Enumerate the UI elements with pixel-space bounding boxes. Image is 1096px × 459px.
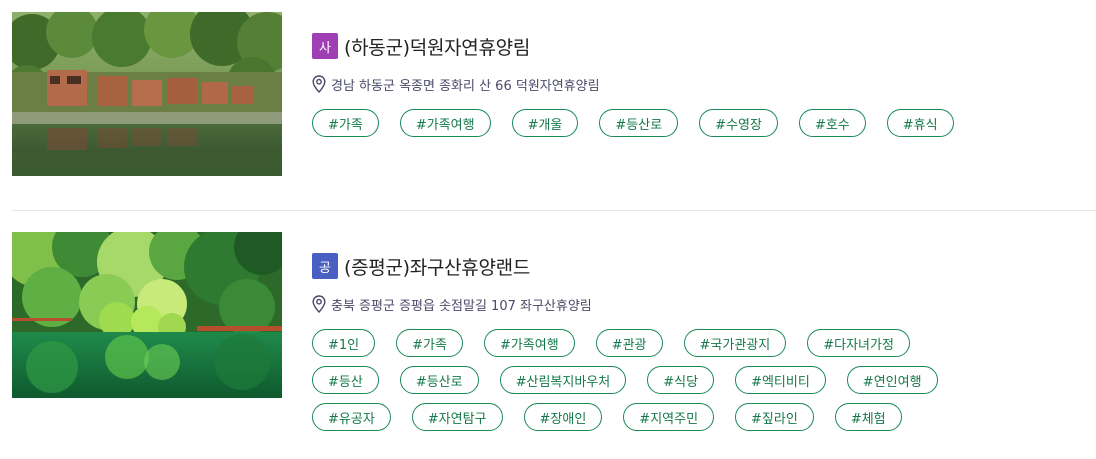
tag[interactable]: #관광	[595, 329, 663, 357]
divider	[12, 210, 1096, 211]
tag[interactable]: #가족	[396, 329, 463, 357]
tag[interactable]: #등산로	[399, 366, 479, 394]
tag-list: #가족 #가족여행 #개울 #등산로 #수영장 #호수 #휴식	[312, 109, 1012, 146]
tag[interactable]: #가족여행	[483, 329, 575, 357]
tag[interactable]: #체험	[834, 403, 902, 431]
thumbnail-image[interactable]	[12, 12, 282, 176]
thumbnail-image[interactable]	[12, 232, 282, 398]
list-item[interactable]: 사 (하동군)덕원자연휴양림 경남 하동군 옥종면 종화리 산 66 덕원자연휴…	[12, 12, 1096, 176]
forest-list: 사 (하동군)덕원자연휴양림 경남 하동군 옥종면 종화리 산 66 덕원자연휴…	[0, 0, 1096, 459]
item-address: 충북 증평군 증평읍 솟점말길 107 좌구산휴양림	[331, 298, 592, 314]
tag[interactable]: #연인여행	[846, 366, 938, 394]
title-row: 사 (하동군)덕원자연휴양림	[312, 33, 530, 59]
item-title[interactable]: (하동군)덕원자연휴양림	[344, 33, 530, 60]
category-badge: 사	[312, 33, 338, 59]
tag[interactable]: #장애인	[523, 403, 603, 431]
tag[interactable]: #유공자	[312, 403, 391, 431]
tag[interactable]: #식당	[647, 366, 715, 394]
tag[interactable]: #휴식	[886, 109, 954, 137]
tag[interactable]: #호수	[798, 109, 866, 137]
tag[interactable]: #산림복지바우처	[499, 366, 627, 394]
tag[interactable]: #엑티비티	[735, 366, 826, 394]
tag[interactable]: #가족여행	[399, 109, 491, 137]
location-pin-icon	[312, 295, 326, 313]
tag[interactable]: #자연탐구	[411, 403, 503, 431]
item-title[interactable]: (증평군)좌구산휴양랜드	[344, 253, 530, 280]
tag[interactable]: #등산로	[599, 109, 679, 137]
tag[interactable]: #수영장	[699, 109, 778, 137]
tag[interactable]: #짚라인	[735, 403, 814, 431]
tag[interactable]: #지역주민	[623, 403, 715, 431]
tag-list: #1인 #가족 #가족여행 #관광 #국가관광지 #다자녀가정 #등산 #등산로…	[312, 329, 1012, 440]
tag[interactable]: #1인	[312, 329, 376, 357]
tag[interactable]: #국가관광지	[683, 329, 787, 357]
location-pin-icon	[312, 75, 326, 93]
title-row: 공 (증평군)좌구산휴양랜드	[312, 253, 530, 279]
address-row: 충북 증평군 증평읍 솟점말길 107 좌구산휴양림	[312, 294, 592, 314]
address-row: 경남 하동군 옥종면 종화리 산 66 덕원자연휴양림	[312, 74, 600, 94]
category-badge: 공	[312, 253, 338, 279]
item-address: 경남 하동군 옥종면 종화리 산 66 덕원자연휴양림	[331, 78, 600, 94]
list-item[interactable]: 공 (증평군)좌구산휴양랜드 충북 증평군 증평읍 솟점말길 107 좌구산휴양…	[12, 232, 1096, 431]
tag[interactable]: #가족	[312, 109, 379, 137]
tag[interactable]: #개울	[511, 109, 579, 137]
tag[interactable]: #다자녀가정	[807, 329, 910, 357]
tag[interactable]: #등산	[312, 366, 379, 394]
